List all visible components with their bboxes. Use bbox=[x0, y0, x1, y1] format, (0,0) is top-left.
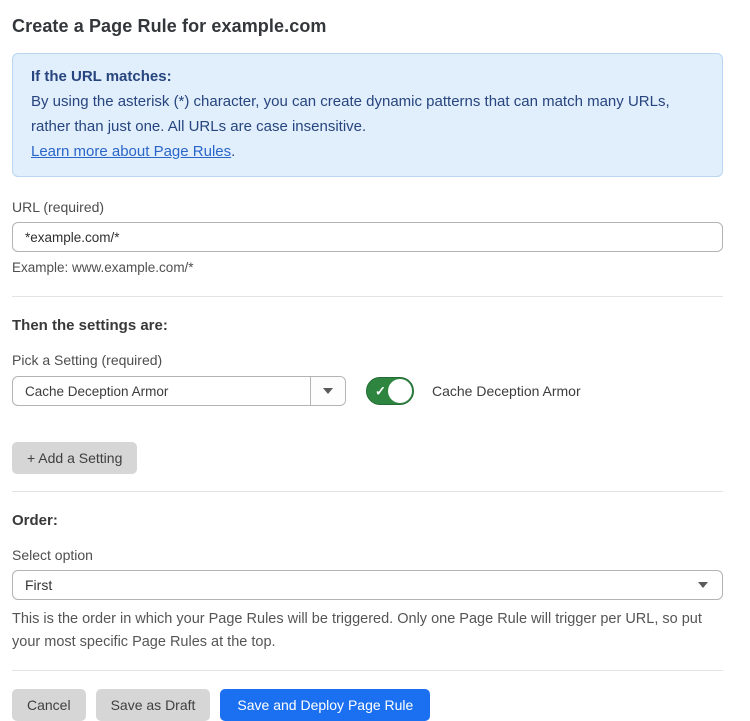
toggle-knob bbox=[388, 379, 412, 403]
url-input[interactable] bbox=[12, 222, 723, 252]
page-title: Create a Page Rule for example.com bbox=[12, 16, 723, 37]
order-section-heading: Order: bbox=[12, 512, 723, 529]
check-icon: ✓ bbox=[375, 385, 386, 398]
setting-select-arrow-button[interactable] bbox=[310, 377, 345, 405]
settings-section-heading: Then the settings are: bbox=[12, 317, 723, 334]
setting-select-value: Cache Deception Armor bbox=[13, 384, 310, 399]
url-example-helper: Example: www.example.com/* bbox=[12, 260, 723, 275]
pick-setting-label: Pick a Setting (required) bbox=[12, 352, 723, 368]
learn-more-link[interactable]: Learn more about Page Rules bbox=[31, 143, 231, 160]
order-select[interactable]: First bbox=[12, 570, 723, 600]
url-matches-info-box: If the URL matches: By using the asteris… bbox=[12, 53, 723, 177]
setting-toggle-group: ✓ Cache Deception Armor bbox=[366, 377, 581, 405]
cache-deception-armor-toggle[interactable]: ✓ bbox=[366, 377, 414, 405]
info-box-body: By using the asterisk (*) character, you… bbox=[31, 89, 704, 164]
save-and-deploy-button[interactable]: Save and Deploy Page Rule bbox=[220, 689, 430, 721]
setting-select[interactable]: Cache Deception Armor bbox=[12, 376, 346, 406]
divider bbox=[12, 296, 723, 297]
add-setting-button[interactable]: + Add a Setting bbox=[12, 442, 137, 474]
order-select-label: Select option bbox=[12, 547, 723, 563]
toggle-label: Cache Deception Armor bbox=[432, 383, 581, 399]
cancel-button[interactable]: Cancel bbox=[12, 689, 86, 721]
caret-down-icon bbox=[323, 388, 333, 394]
setting-row: Cache Deception Armor ✓ Cache Deception … bbox=[12, 376, 723, 406]
divider bbox=[12, 491, 723, 492]
info-box-heading: If the URL matches: bbox=[31, 64, 704, 89]
create-page-rule-panel: Create a Page Rule for example.com If th… bbox=[0, 0, 750, 679]
form-actions: Cancel Save as Draft Save and Deploy Pag… bbox=[12, 689, 723, 721]
info-box-body-text: By using the asterisk (*) character, you… bbox=[31, 93, 670, 135]
save-as-draft-button[interactable]: Save as Draft bbox=[96, 689, 211, 721]
order-select-value: First bbox=[13, 577, 698, 593]
link-period: . bbox=[231, 143, 235, 160]
order-helper-text: This is the order in which your Page Rul… bbox=[12, 608, 723, 654]
caret-down-icon bbox=[698, 582, 708, 588]
divider bbox=[12, 670, 723, 671]
url-field-label: URL (required) bbox=[12, 199, 723, 215]
